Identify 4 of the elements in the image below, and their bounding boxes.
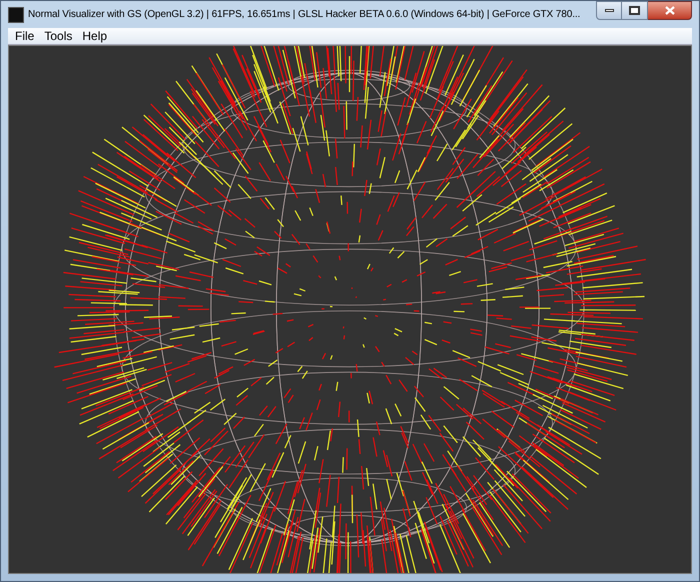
menu-item[interactable]: Help [77, 27, 112, 45]
window-title: Normal Visualizer with GS (OpenGL 3.2) | 61FPS, 16.651ms | GLSL Hacker BETA 0.6.0 (Windows 64-bit) | GeForce GTX 780... [28, 8, 580, 22]
menu-item[interactable]: Tools [39, 27, 78, 45]
menu-item[interactable]: File [10, 27, 40, 45]
